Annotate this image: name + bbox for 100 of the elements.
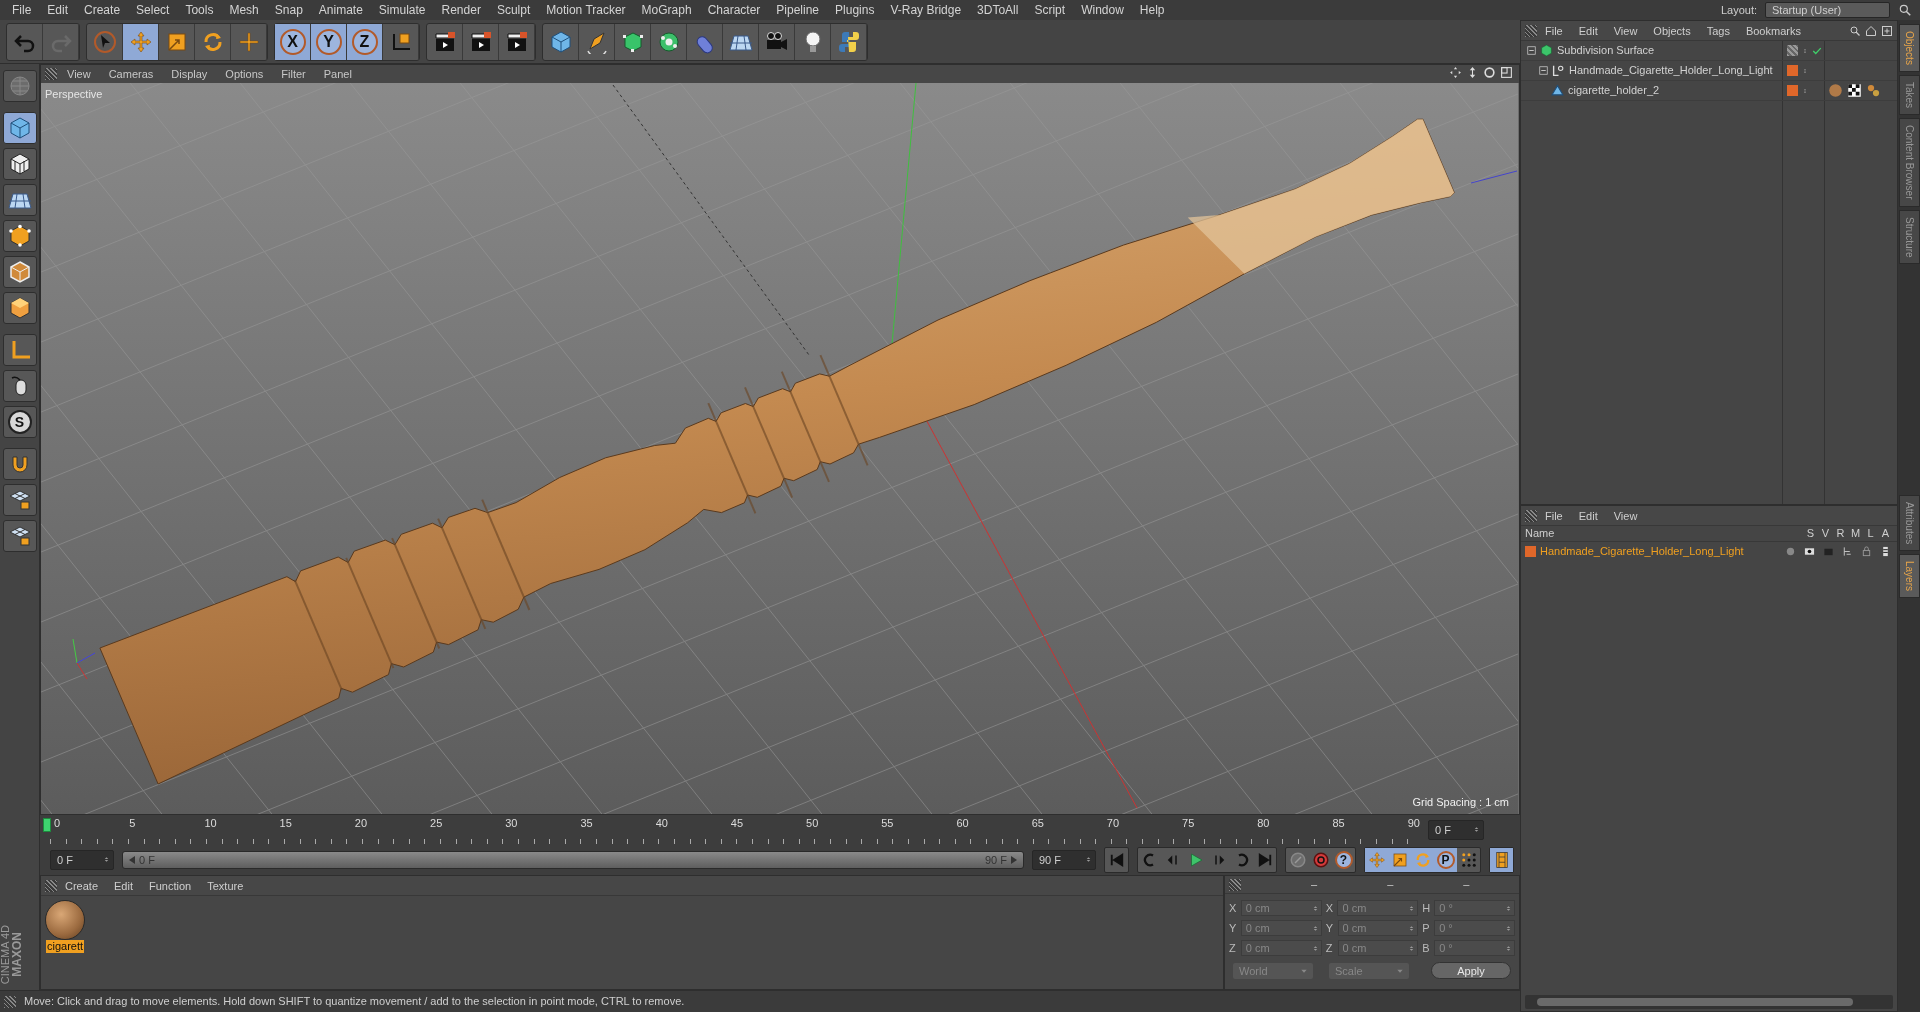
menu-item[interactable]: Animate (310, 0, 371, 20)
tool-button[interactable]: S (2, 406, 37, 438)
menu-item[interactable]: Character (699, 0, 769, 20)
tool-button[interactable] (2, 256, 37, 288)
tool-button[interactable] (2, 370, 37, 402)
side-tab[interactable]: Structure (1898, 209, 1920, 265)
horizontal-scrollbar[interactable] (1525, 995, 1893, 1009)
layer-name[interactable]: Handmade_Cigarette_Holder_Long_Light (1540, 542, 1779, 560)
column-header: L (1866, 526, 1875, 542)
current-frame-field[interactable]: 0 F (1428, 820, 1484, 840)
frame-number: 20 (354, 817, 368, 829)
menu-item[interactable]: Tools (177, 0, 222, 20)
tool-button[interactable] (2, 484, 37, 516)
tool-button[interactable]: Z (347, 23, 383, 60)
menu-item[interactable]: Sculpt (488, 0, 539, 20)
menu-item[interactable]: File (1537, 505, 1571, 526)
tool-button[interactable] (2, 292, 37, 324)
solo-dot-icon (1785, 545, 1796, 557)
side-tab[interactable]: Content Browser (1898, 118, 1920, 207)
lock-icon (1861, 545, 1872, 557)
menu-item[interactable]: Plugins (827, 0, 883, 20)
object-name[interactable]: Subdivision Surface (1557, 42, 1655, 59)
menu-item[interactable]: Options (217, 65, 272, 83)
axis-label: Z (1325, 940, 1334, 956)
tool-button[interactable] (2, 112, 37, 144)
tool-button[interactable] (2, 520, 37, 552)
menu-item[interactable]: Bookmarks (1737, 20, 1809, 41)
cube-icon (7, 116, 32, 140)
menu-item[interactable]: V-Ray Bridge (882, 0, 970, 20)
object-name[interactable]: Handmade_Cigarette_Holder_Long_Light (1569, 62, 1773, 79)
menu-item[interactable]: Create (57, 875, 107, 896)
side-tab[interactable]: Takes (1898, 74, 1920, 116)
menu-item[interactable]: Objects (1645, 20, 1699, 41)
menu-item[interactable]: Cameras (100, 65, 162, 83)
menu-item[interactable]: Panel (315, 65, 360, 83)
side-tab[interactable]: Objects (1898, 24, 1920, 72)
menu-item[interactable]: Display (163, 65, 216, 83)
record-icon (1288, 851, 1307, 869)
menu-item[interactable]: Pipeline (768, 0, 828, 20)
z-axis-line (1470, 170, 1518, 184)
menu-item[interactable]: View (1605, 505, 1646, 526)
menu-item[interactable]: Help (1131, 0, 1173, 20)
tool-button[interactable] (2, 220, 37, 252)
tool-button[interactable] (2, 448, 37, 480)
transport-button[interactable] (1490, 848, 1513, 872)
menu-item[interactable]: Render (433, 0, 489, 20)
menu-item[interactable]: Window (1073, 0, 1132, 20)
axis-label: Z (1229, 940, 1237, 956)
tool-button[interactable] (2, 334, 37, 366)
menu-item[interactable]: Edit (106, 875, 141, 896)
menu-item[interactable]: MoGraph (633, 0, 700, 20)
frame-number: 25 (430, 817, 443, 829)
menu-item[interactable]: Script (1026, 0, 1074, 20)
menu-item[interactable]: Filter (273, 65, 314, 83)
menu-item[interactable]: Texture (199, 875, 252, 896)
tool-button[interactable] (123, 23, 159, 60)
start-frame-field[interactable]: 0 F (50, 850, 114, 870)
collapse-icon (1539, 66, 1548, 75)
frame-number: 85 (1332, 817, 1345, 829)
checker-tag-icon (1847, 83, 1862, 98)
side-tab[interactable]: Layers (1898, 554, 1920, 599)
menu-item[interactable]: Edit (1570, 505, 1606, 526)
viewport-camera-label: Perspective (45, 87, 103, 102)
material-swatch[interactable] (45, 900, 85, 940)
dot-grid-icon (1459, 851, 1478, 869)
end-frame-field[interactable]: 90 F (1032, 850, 1096, 870)
menu-item[interactable]: File (1537, 20, 1571, 41)
axis-label: X (1325, 900, 1334, 916)
material-name[interactable]: cigarett (45, 940, 85, 953)
menu-item[interactable]: Simulate (370, 0, 434, 20)
transport-button[interactable]: P (1434, 848, 1457, 872)
spinner-icon (1311, 903, 1319, 914)
menu-item[interactable]: Edit (39, 0, 77, 20)
menu-item[interactable]: File (4, 0, 40, 20)
menu-item[interactable]: Create (76, 0, 129, 20)
animation-icon (1880, 545, 1891, 557)
tool-button[interactable]: X (275, 23, 311, 60)
menu-item[interactable]: 3DToAll (969, 0, 1027, 20)
tool-button[interactable] (2, 148, 37, 180)
menu-item[interactable]: Motion Tracker (538, 0, 634, 20)
menu-item[interactable]: Edit (1570, 20, 1606, 41)
menu-item[interactable]: Mesh (221, 0, 267, 20)
menu-item[interactable]: View (1605, 20, 1646, 41)
cube-edges-icon (7, 260, 32, 284)
material-spheres-icon (1866, 83, 1881, 98)
side-tab[interactable]: Attributes (1898, 495, 1920, 552)
tool-button[interactable]: Y (311, 23, 347, 60)
spinner-icon (103, 854, 110, 865)
layout-dropdown[interactable]: Startup (User) (1765, 2, 1890, 18)
menu-item[interactable]: Tags (1698, 20, 1738, 41)
menu-item[interactable]: View (59, 65, 99, 83)
maximize-view-icon (1500, 66, 1513, 79)
menu-item[interactable]: Snap (266, 0, 311, 20)
tool-button[interactable] (2, 184, 37, 216)
axis-gizmo-icon (72, 638, 96, 680)
menu-item[interactable]: Select (128, 0, 178, 20)
apply-button[interactable]: Apply (1431, 962, 1511, 979)
object-name[interactable]: cigarette_holder_2 (1568, 82, 1660, 99)
grid-lock-icon (7, 524, 32, 548)
menu-item[interactable]: Function (141, 875, 200, 896)
